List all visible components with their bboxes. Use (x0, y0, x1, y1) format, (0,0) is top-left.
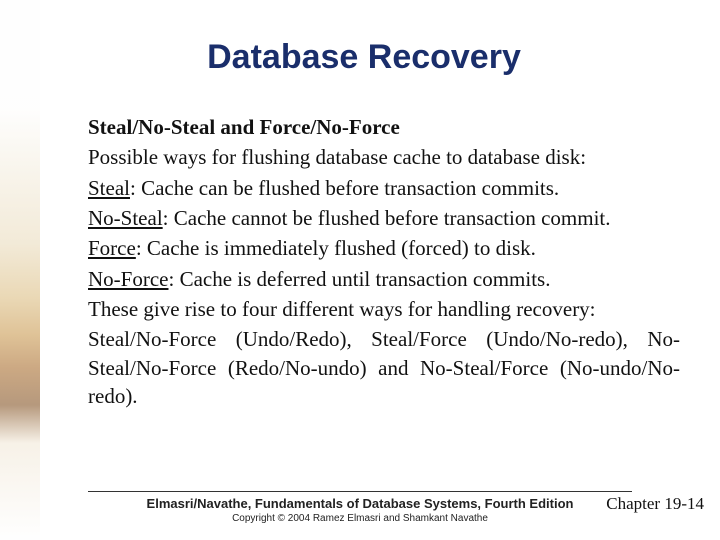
slide-body: Steal/No-Steal and Force/No-Force Possib… (88, 113, 680, 410)
def-label: No-Force (88, 267, 168, 291)
footer-chapter-number: Chapter 19-14 (606, 494, 704, 514)
def-text: : Cache can be flushed before transactio… (130, 176, 559, 200)
section-heading: Steal/No-Steal and Force/No-Force (88, 113, 680, 141)
def-force: Force: Cache is immediately flushed (for… (88, 234, 680, 262)
def-text: : Cache cannot be flushed before transac… (163, 206, 611, 230)
def-label: Force (88, 236, 136, 260)
summary-line-2: Steal/No-Force (Undo/Redo), Steal/Force … (88, 325, 680, 410)
def-steal: Steal: Cache can be flushed before trans… (88, 174, 680, 202)
footer-rule (88, 491, 632, 492)
def-text: : Cache is immediately flushed (forced) … (136, 236, 536, 260)
slide-container: Database Recovery Steal/No-Steal and For… (0, 0, 720, 540)
summary-line-1: These give rise to four different ways f… (88, 295, 680, 323)
def-no-steal: No-Steal: Cache cannot be flushed before… (88, 204, 680, 232)
def-no-force: No-Force: Cache is deferred until transa… (88, 265, 680, 293)
def-label: Steal (88, 176, 130, 200)
footer-copyright: Copyright © 2004 Ramez Elmasri and Shamk… (0, 513, 720, 524)
def-text: : Cache is deferred until transaction co… (168, 267, 550, 291)
def-label: No-Steal (88, 206, 163, 230)
slide-title: Database Recovery (48, 38, 680, 77)
intro-line: Possible ways for flushing database cach… (88, 143, 680, 171)
